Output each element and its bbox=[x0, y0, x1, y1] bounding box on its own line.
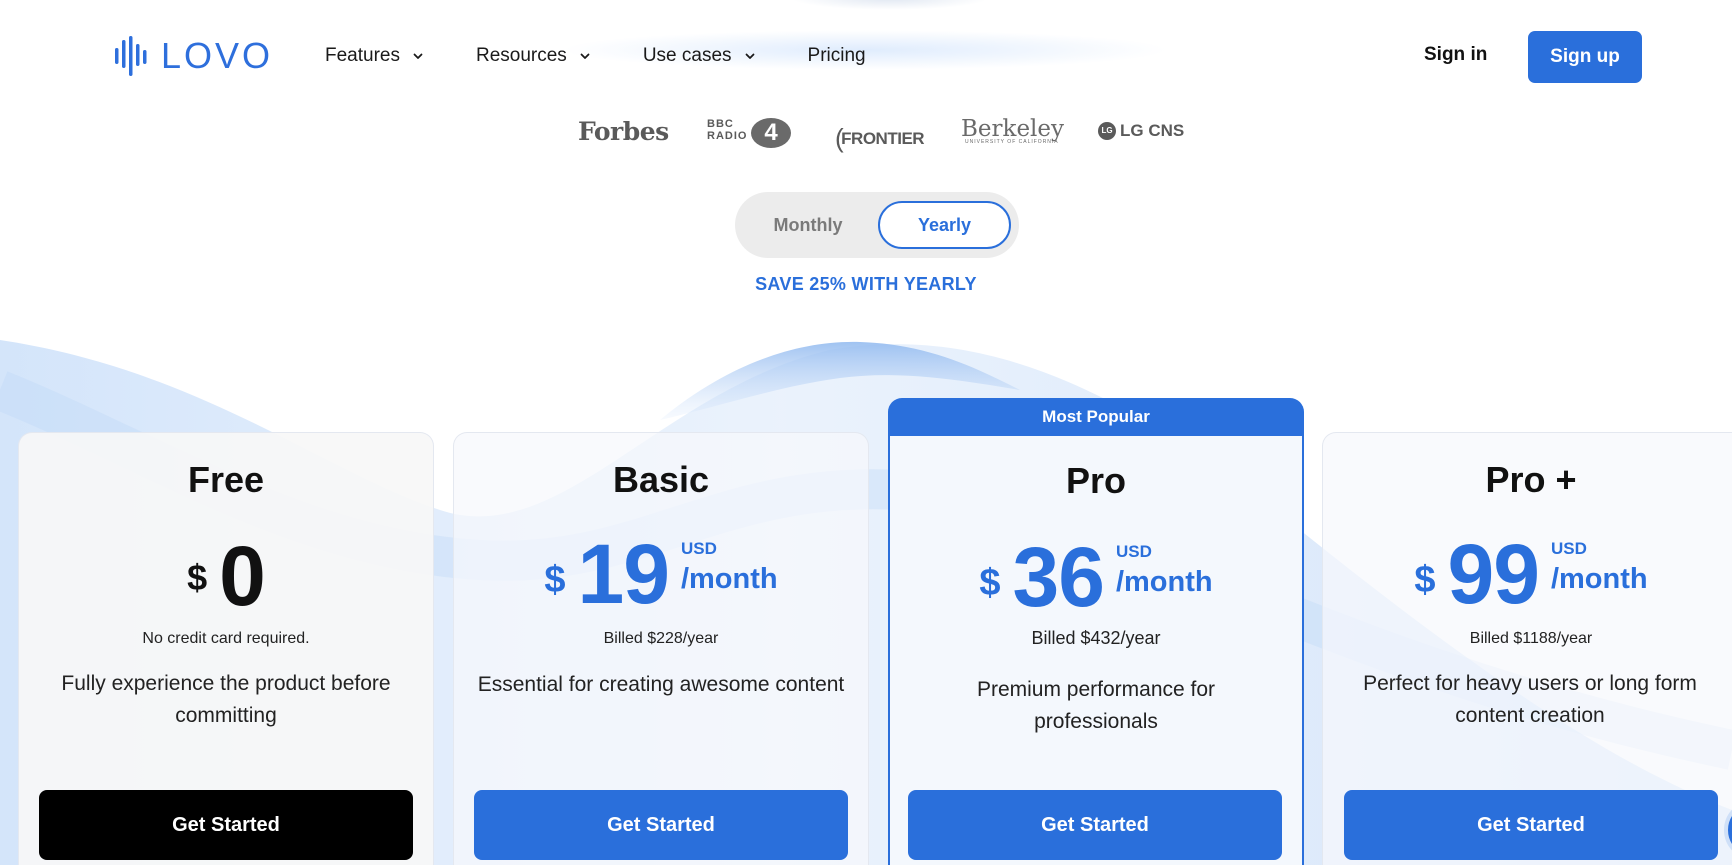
nav-item-label: Pricing bbox=[807, 45, 866, 66]
plan-name: Pro + bbox=[1485, 459, 1577, 500]
plan-card-free: Free $ 0 No credit card required. Fully … bbox=[18, 432, 434, 865]
lovo-logo[interactable]: LOVO bbox=[115, 36, 273, 76]
plan-price: $ 0 bbox=[19, 531, 433, 621]
bbc-logo-line2: RADIO bbox=[707, 130, 748, 142]
most-popular-badge: Most Popular bbox=[1042, 407, 1150, 426]
price-unit: USD /month bbox=[681, 539, 778, 596]
currency-symbol: $ bbox=[979, 562, 1001, 604]
plan-price: $ 19 USD /month bbox=[454, 529, 868, 619]
get-started-button[interactable]: Get Started bbox=[474, 790, 848, 860]
plan-card-pro-plus: Pro + $ 99 USD /month Billed $1188/year … bbox=[1322, 432, 1732, 865]
brand-name: LOVO bbox=[161, 35, 274, 76]
top-navigation-bar: LOVO Features Resources Use cases Pricin… bbox=[0, 0, 1732, 112]
bbc-logo-line1: BBC bbox=[707, 118, 734, 130]
plan-card-pro-body: Pro $ 36 USD /month Billed $432/year Pre… bbox=[890, 436, 1302, 865]
plan-name: Basic bbox=[612, 459, 710, 500]
nav-item-label: Features bbox=[325, 45, 400, 66]
billing-note: No credit card required. bbox=[142, 630, 310, 647]
nav-item-label: Resources bbox=[475, 45, 567, 66]
yearly-savings-note: SAVE 25% WITH YEARLY bbox=[755, 274, 977, 294]
price-amount: 0 bbox=[219, 529, 266, 623]
plan-description: Premium performance for professionals bbox=[976, 678, 1216, 733]
plan-description: Fully experience the product before comm… bbox=[61, 672, 391, 727]
billing-note: Billed $228/year bbox=[603, 630, 719, 647]
billing-note: Billed $1188/year bbox=[1469, 630, 1593, 647]
get-started-button[interactable]: Get Started bbox=[39, 790, 413, 860]
billing-period-toggle: Monthly Yearly bbox=[735, 192, 1019, 258]
price-period: /month bbox=[680, 563, 778, 595]
nav-item-use-cases[interactable]: Use cases bbox=[643, 42, 756, 70]
currency-symbol: $ bbox=[544, 559, 566, 601]
currency-symbol: $ bbox=[187, 557, 208, 598]
plan-description: Essential for creating awesome content bbox=[477, 673, 845, 696]
bbc-logo-number: 4 bbox=[751, 118, 791, 148]
price-period: /month bbox=[1550, 563, 1648, 595]
waveform-logo-icon bbox=[115, 36, 147, 76]
sign-in-link[interactable]: Sign in bbox=[1424, 44, 1487, 66]
currency-symbol: $ bbox=[1414, 559, 1436, 601]
plan-name: Free bbox=[187, 459, 265, 500]
nav-item-features[interactable]: Features bbox=[325, 42, 424, 70]
sign-up-button[interactable]: Sign up bbox=[1528, 31, 1642, 83]
price-unit: USD /month bbox=[1551, 539, 1648, 596]
yearly-option[interactable]: Yearly bbox=[878, 201, 1011, 249]
frontier-logo: (FRONTIER bbox=[835, 120, 925, 153]
chevron-down-icon bbox=[413, 53, 423, 59]
lg-logo-icon: LG bbox=[1098, 122, 1116, 140]
price-currency-code: USD bbox=[1115, 542, 1152, 561]
main-nav: Features Resources Use cases Pricing bbox=[325, 42, 866, 70]
plan-description: Perfect for heavy users or long form con… bbox=[1363, 672, 1697, 727]
berkeley-logo: Berkeley UNIVERSITY OF CALIFORNIA bbox=[961, 116, 1064, 145]
frontier-logo-text: FRONTIER bbox=[841, 129, 925, 148]
plan-price: $ 36 USD /month bbox=[890, 532, 1302, 622]
plan-price: $ 99 USD /month bbox=[1323, 529, 1732, 619]
monthly-option[interactable]: Monthly bbox=[735, 192, 881, 258]
nav-item-resources[interactable]: Resources bbox=[476, 42, 591, 70]
price-period: /month bbox=[1115, 566, 1213, 598]
forbes-logo: Forbes bbox=[578, 117, 669, 146]
price-amount: 36 bbox=[1012, 530, 1105, 624]
pricing-page: LOVO Features Resources Use cases Pricin… bbox=[0, 0, 1732, 865]
price-amount: 19 bbox=[577, 527, 670, 621]
lg-cns-logo-text: LG CNS bbox=[1120, 121, 1185, 140]
chevron-down-icon bbox=[580, 53, 590, 59]
get-started-button[interactable]: Get Started bbox=[908, 790, 1282, 860]
price-amount: 99 bbox=[1447, 527, 1540, 621]
price-currency-code: USD bbox=[680, 539, 717, 558]
plan-name: Pro bbox=[1065, 460, 1126, 501]
lg-cns-logo: LG LG CNS bbox=[1098, 121, 1184, 141]
get-started-button[interactable]: Get Started bbox=[1344, 790, 1718, 860]
chevron-down-icon bbox=[745, 53, 754, 59]
plan-card-basic: Basic $ 19 USD /month Billed $228/year E… bbox=[453, 432, 869, 865]
frontier-logo-mark: ( bbox=[835, 123, 844, 153]
nav-item-label: Use cases bbox=[642, 45, 732, 66]
nav-item-pricing[interactable]: Pricing bbox=[808, 42, 866, 70]
price-currency-code: USD bbox=[1550, 539, 1587, 558]
billing-note: Billed $432/year bbox=[1031, 628, 1161, 648]
price-unit: USD /month bbox=[1116, 542, 1213, 599]
bbc-radio-4-logo: BBC RADIO 4 bbox=[707, 118, 791, 148]
plan-card-pro: Most Popular Pro $ 36 USD /month Billed … bbox=[888, 398, 1304, 865]
berkeley-logo-subtext: UNIVERSITY OF CALIFORNIA bbox=[965, 139, 1059, 145]
